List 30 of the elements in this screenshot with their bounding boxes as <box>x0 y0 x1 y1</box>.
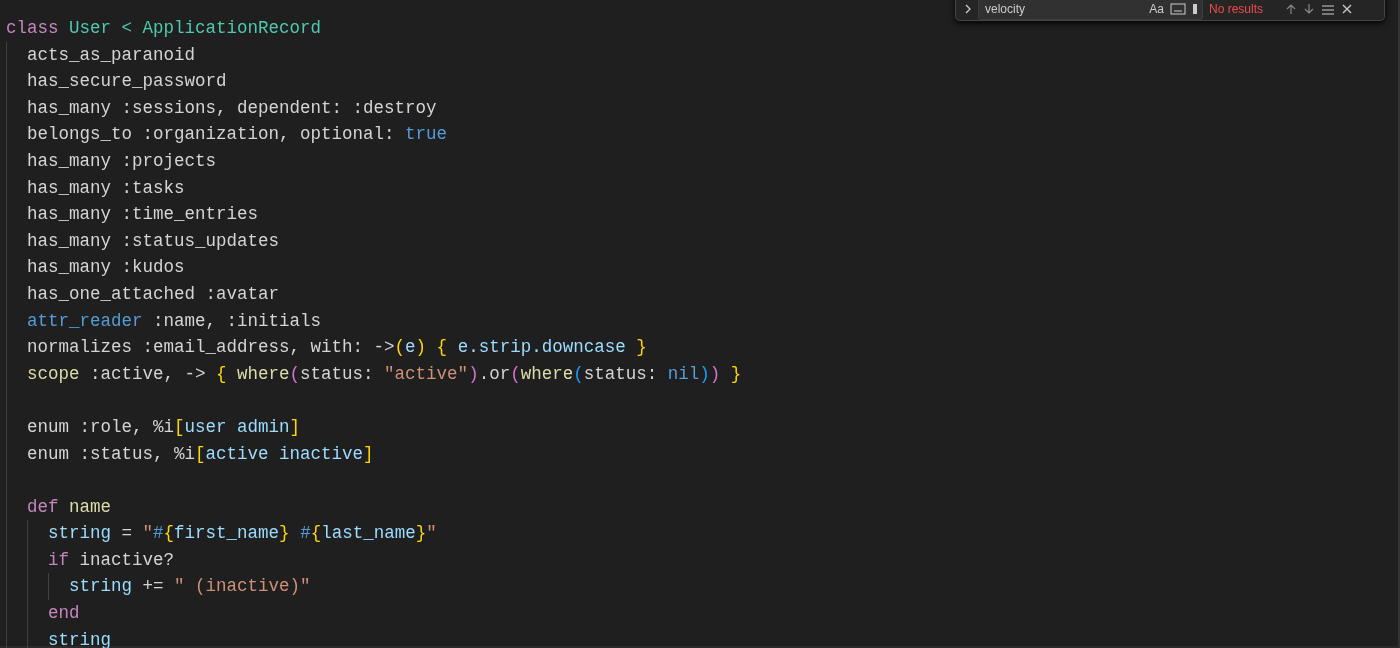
code-line: belongs_to :organization, optional: true <box>27 123 448 147</box>
code-line: end <box>48 602 80 626</box>
code-line: enum :role, %i[user admin] <box>27 415 301 439</box>
close-icon[interactable] <box>1341 3 1353 15</box>
code-line: string += " (inactive)" <box>69 575 311 599</box>
code-line: normalizes :email_address, with: ->(e) { e.strip.downcase } <box>27 336 647 360</box>
code-line: enum :status, %i[active inactive] <box>27 442 374 466</box>
code-line: attr_reader :name, :initials <box>27 309 322 333</box>
code-line: class User < ApplicationRecord <box>6 17 322 40</box>
code-line: has_many :kudos <box>27 256 185 280</box>
selection-icon[interactable] <box>1321 3 1335 15</box>
up-arrow-icon[interactable] <box>1285 3 1297 15</box>
whole-word-icon[interactable] <box>1170 3 1186 15</box>
code-line: scope :active, -> { where(status: "active").or(where(status: nil)) } <box>27 362 742 386</box>
code-line: def name <box>27 495 112 519</box>
code-line: has_many :projects <box>27 149 217 173</box>
code-line: if inactive? <box>48 548 175 572</box>
code-line: has_many :sessions, dependent: :destroy <box>27 96 437 120</box>
find-input-field[interactable]: velocity Aa <box>978 0 1203 20</box>
code-line: has_many :tasks <box>27 176 185 200</box>
find-result-text: No results <box>1209 1 1265 18</box>
code-line: acts_as_paranoid <box>27 43 196 67</box>
code-line: string <box>48 628 111 648</box>
chevron-icon[interactable] <box>964 3 972 15</box>
code-line: has_many :time_entries <box>27 203 259 227</box>
down-arrow-icon[interactable] <box>1303 3 1315 15</box>
code-line: string = "#{first_name} #{last_name}" <box>48 522 437 546</box>
code-line: has_many :status_updates <box>27 229 280 253</box>
code-line: has_one_attached :avatar <box>27 282 280 306</box>
code-line: has_secure_password <box>27 70 227 94</box>
